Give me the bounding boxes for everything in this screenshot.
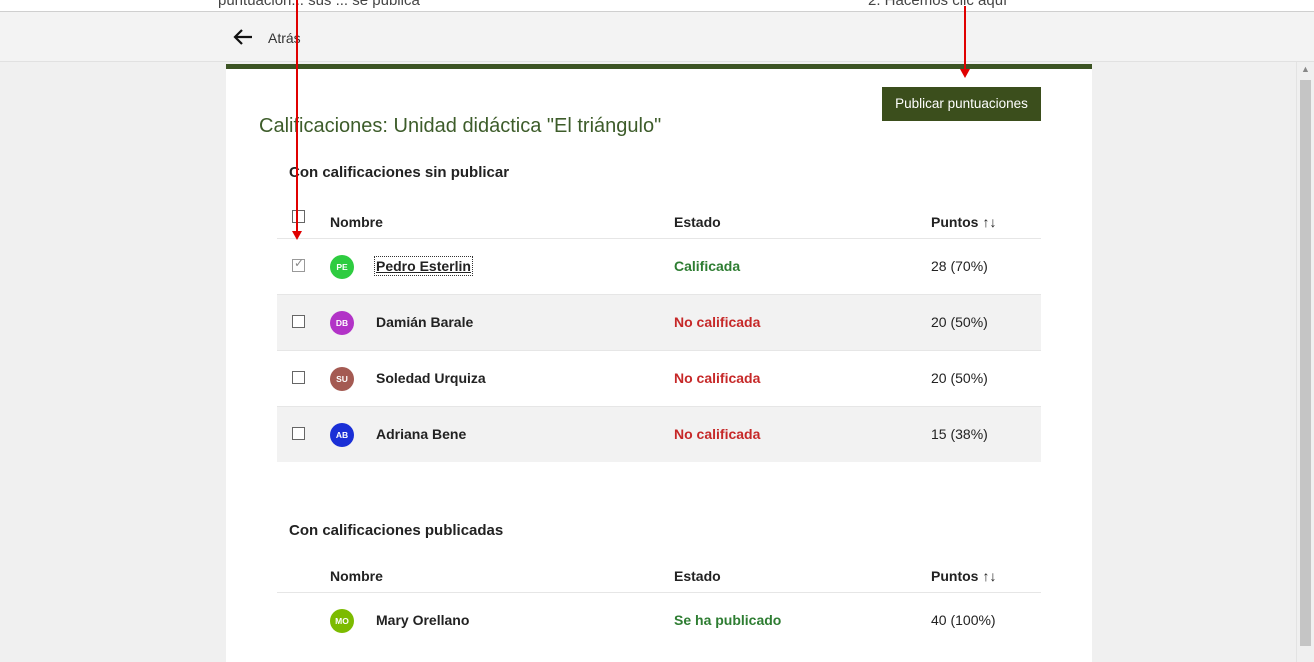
vertical-scrollbar[interactable]: ▲ bbox=[1296, 62, 1314, 662]
column-header-name: Nombre bbox=[330, 214, 383, 230]
scrollbar-thumb[interactable] bbox=[1300, 80, 1311, 646]
top-bar: Atrás bbox=[0, 12, 1314, 62]
annotation-text-right: 2. Hacemos clic aquí bbox=[868, 0, 1008, 9]
row-checkbox[interactable] bbox=[292, 315, 305, 328]
annotation-strip: puntuación... sus ... se publica 2. Hace… bbox=[0, 0, 1314, 12]
publish-scores-button[interactable]: Publicar puntuaciones bbox=[882, 87, 1041, 121]
page-title: Calificaciones: Unidad didáctica "El tri… bbox=[259, 115, 662, 137]
avatar: PE bbox=[330, 255, 354, 279]
column-header-points[interactable]: Puntos ↑↓ bbox=[931, 568, 996, 584]
avatar: MO bbox=[330, 609, 354, 633]
row-checkbox[interactable] bbox=[292, 256, 305, 272]
annotation-arrow-head-icon bbox=[292, 231, 302, 240]
column-header-status: Estado bbox=[674, 568, 721, 584]
column-header-name: Nombre bbox=[330, 568, 383, 584]
status-text: No calificada bbox=[674, 314, 761, 330]
select-all-checkbox[interactable] bbox=[292, 210, 305, 223]
sort-arrows-icon[interactable]: ↑↓ bbox=[982, 214, 996, 230]
points-value: 28 (70%) bbox=[931, 258, 988, 274]
points-value: 40 (100%) bbox=[931, 612, 996, 628]
student-name-link[interactable]: Adriana Bene bbox=[376, 426, 466, 442]
column-header-points[interactable]: Puntos ↑↓ bbox=[931, 214, 996, 230]
published-section-title: Con calificaciones publicadas bbox=[289, 522, 504, 539]
scroll-up-icon[interactable]: ▲ bbox=[1301, 64, 1310, 74]
column-header-points-label: Puntos bbox=[931, 568, 979, 584]
status-text: Se ha publicado bbox=[674, 612, 782, 628]
avatar: DB bbox=[330, 311, 354, 335]
row-checkbox[interactable] bbox=[292, 371, 305, 384]
annotation-arrow-head-icon bbox=[960, 69, 970, 78]
avatar: AB bbox=[330, 423, 354, 447]
points-value: 15 (38%) bbox=[931, 426, 988, 442]
student-name-link[interactable]: Pedro Esterlin bbox=[374, 256, 473, 276]
points-value: 20 (50%) bbox=[931, 370, 988, 386]
back-arrow-icon[interactable] bbox=[232, 26, 254, 48]
status-text: No calificada bbox=[674, 370, 761, 386]
column-header-status: Estado bbox=[674, 214, 721, 230]
student-name-link[interactable]: Damián Barale bbox=[376, 314, 473, 330]
points-value: 20 (50%) bbox=[931, 314, 988, 330]
table-row[interactable]: MO Mary Orellano Se ha publicado 40 (100… bbox=[277, 592, 1041, 648]
column-header-points-label: Puntos bbox=[931, 214, 979, 230]
status-text: Calificada bbox=[674, 258, 741, 274]
annotation-arrow-line bbox=[964, 6, 966, 70]
avatar: SU bbox=[330, 367, 354, 391]
row-checkbox[interactable] bbox=[292, 427, 305, 440]
student-name-link[interactable]: Soledad Urquiza bbox=[376, 370, 486, 386]
sort-arrows-icon[interactable]: ↑↓ bbox=[982, 568, 996, 584]
table-row[interactable]: DB Damián Barale No calificada 20 (50%) bbox=[277, 294, 1041, 350]
table-row[interactable]: SU Soledad Urquiza No calificada 20 (50%… bbox=[277, 350, 1041, 406]
table-row[interactable]: PE Pedro Esterlin Calificada 28 (70%) bbox=[277, 238, 1041, 294]
table-row[interactable]: AB Adriana Bene No calificada 15 (38%) bbox=[277, 406, 1041, 462]
annotation-text-left: puntuación... sus ... se publica bbox=[218, 0, 420, 9]
unpublished-section-title: Con calificaciones sin publicar bbox=[289, 164, 510, 181]
student-name-link[interactable]: Mary Orellano bbox=[376, 612, 469, 628]
annotation-arrow-line bbox=[296, 0, 298, 232]
status-text: No calificada bbox=[674, 426, 761, 442]
